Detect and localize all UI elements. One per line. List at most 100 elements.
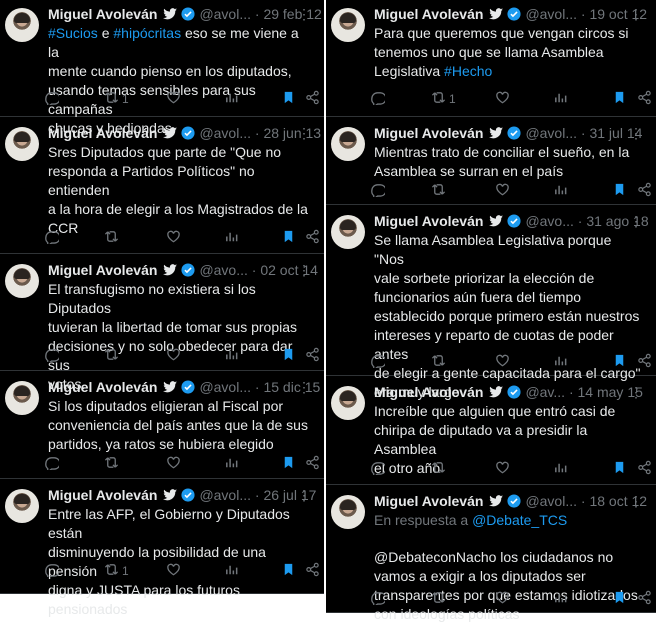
- hashtag-link[interactable]: #Hecho: [444, 63, 492, 79]
- reply-button[interactable]: [370, 353, 387, 372]
- tweet[interactable]: Miguel Avoleván @avol... · 15 dic 15 ⋮ Si l…: [0, 371, 324, 479]
- reply-button[interactable]: [370, 182, 387, 201]
- tweet[interactable]: Miguel Avoleván @avo... · 02 oct 14 ⋮ El tr…: [0, 254, 324, 392]
- avatar[interactable]: [5, 381, 39, 415]
- bookmark-button[interactable]: [612, 460, 627, 478]
- author-handle[interactable]: @avol...: [525, 6, 577, 22]
- share-button[interactable]: [637, 353, 652, 371]
- more-icon[interactable]: ⋮: [297, 123, 312, 143]
- tweet[interactable]: Miguel Avoleván @avol... · 28 jun 13 ⋮ Sres…: [0, 117, 324, 254]
- like-button[interactable]: [495, 90, 510, 108]
- author-name[interactable]: Miguel Avoleván: [374, 384, 483, 400]
- views-button[interactable]: [224, 229, 239, 247]
- author-handle[interactable]: @avol...: [199, 487, 251, 503]
- author-name[interactable]: Miguel Avoleván: [48, 379, 157, 395]
- avatar[interactable]: [331, 8, 365, 42]
- bookmark-button[interactable]: [281, 455, 296, 473]
- avatar[interactable]: [331, 215, 365, 249]
- share-button[interactable]: [637, 460, 652, 478]
- author-handle[interactable]: @av...: [525, 384, 565, 400]
- tweet[interactable]: Miguel Avoleván @av... · 14 may 15 ⋮ Increí…: [326, 376, 656, 485]
- retweet-button[interactable]: [431, 182, 449, 200]
- author-handle[interactable]: @avo...: [525, 213, 573, 229]
- views-button[interactable]: [224, 90, 239, 108]
- like-button[interactable]: [166, 562, 181, 580]
- views-button[interactable]: [553, 90, 568, 108]
- author-handle[interactable]: @avol...: [525, 493, 577, 509]
- views-button[interactable]: [224, 347, 239, 365]
- share-button[interactable]: [305, 562, 320, 580]
- author-handle[interactable]: @avo...: [199, 262, 247, 278]
- tweet[interactable]: Miguel Avoleván @avol... · 29 feb 12 ⋮ #Suc…: [0, 0, 324, 136]
- author-name[interactable]: Miguel Avoleván: [374, 493, 483, 509]
- reply-button[interactable]: [44, 347, 61, 366]
- bookmark-button[interactable]: [281, 229, 296, 247]
- views-button[interactable]: [553, 353, 568, 371]
- retweet-button[interactable]: [431, 460, 449, 478]
- share-button[interactable]: [637, 590, 652, 608]
- more-icon[interactable]: ⋮: [629, 382, 644, 402]
- retweet-button[interactable]: [431, 353, 449, 371]
- reply-button[interactable]: [44, 90, 61, 109]
- avatar[interactable]: [331, 127, 365, 161]
- bookmark-button[interactable]: [612, 353, 627, 371]
- more-icon[interactable]: ⋮: [629, 4, 644, 24]
- retweet-button[interactable]: 1: [104, 90, 129, 108]
- author-name[interactable]: Miguel Avoleván: [374, 125, 483, 141]
- tweet[interactable]: Miguel Avoleván @avol... · 31 jul 14 ⋮ Mien…: [326, 117, 656, 205]
- bookmark-button[interactable]: [281, 90, 296, 108]
- like-button[interactable]: [495, 353, 510, 371]
- avatar[interactable]: [331, 386, 365, 420]
- views-button[interactable]: [553, 460, 568, 478]
- reply-button[interactable]: [370, 590, 387, 609]
- avatar[interactable]: [5, 8, 39, 42]
- bookmark-button[interactable]: [612, 590, 627, 608]
- like-button[interactable]: [166, 229, 181, 247]
- retweet-button[interactable]: [104, 455, 122, 473]
- more-icon[interactable]: ⋮: [629, 491, 644, 511]
- reply-button[interactable]: [44, 229, 61, 248]
- share-button[interactable]: [637, 182, 652, 200]
- like-button[interactable]: [166, 347, 181, 365]
- reply-button[interactable]: [44, 455, 61, 474]
- views-button[interactable]: [553, 182, 568, 200]
- retweet-button[interactable]: 1: [104, 562, 129, 580]
- more-icon[interactable]: ⋮: [629, 123, 644, 143]
- avatar[interactable]: [331, 495, 365, 529]
- like-button[interactable]: [495, 460, 510, 478]
- avatar[interactable]: [5, 489, 39, 523]
- hashtag-link[interactable]: #hipócritas: [113, 25, 181, 41]
- tweet[interactable]: Miguel Avoleván @avol... · 19 oct 12 ⋮ Para…: [326, 0, 656, 117]
- like-button[interactable]: [166, 90, 181, 108]
- author-name[interactable]: Miguel Avoleván: [48, 6, 157, 22]
- retweet-button[interactable]: [431, 590, 449, 608]
- avatar[interactable]: [5, 264, 39, 298]
- views-button[interactable]: [553, 590, 568, 608]
- avatar[interactable]: [5, 127, 39, 161]
- tweet[interactable]: Miguel Avoleván @avol... · 18 oct 12 ⋮ En r…: [326, 485, 656, 622]
- reply-to-link[interactable]: @Debate_TCS: [472, 512, 567, 528]
- author-handle[interactable]: @avol...: [199, 379, 251, 395]
- like-button[interactable]: [495, 182, 510, 200]
- like-button[interactable]: [495, 590, 510, 608]
- hashtag-link[interactable]: #Sucios: [48, 25, 98, 41]
- more-icon[interactable]: ⋮: [297, 260, 312, 280]
- more-icon[interactable]: ⋮: [297, 377, 312, 397]
- reply-button[interactable]: [370, 460, 387, 479]
- share-button[interactable]: [305, 347, 320, 365]
- bookmark-button[interactable]: [281, 562, 296, 580]
- author-handle[interactable]: @avol...: [199, 6, 251, 22]
- bookmark-button[interactable]: [612, 182, 627, 200]
- retweet-button[interactable]: [104, 229, 122, 247]
- tweet[interactable]: Miguel Avoleván @avo... · 31 ago 18 ⋮ Se ll…: [326, 205, 656, 400]
- bookmark-button[interactable]: [281, 347, 296, 365]
- share-button[interactable]: [637, 90, 652, 108]
- author-name[interactable]: Miguel Avoleván: [374, 6, 483, 22]
- like-button[interactable]: [166, 455, 181, 473]
- author-name[interactable]: Miguel Avoleván: [48, 262, 157, 278]
- tweet[interactable]: Miguel Avoleván @avol... · 26 jul 17 ⋮ Entr…: [0, 479, 324, 617]
- more-icon[interactable]: ⋮: [629, 211, 644, 231]
- share-button[interactable]: [305, 455, 320, 473]
- author-name[interactable]: Miguel Avoleván: [48, 487, 157, 503]
- more-icon[interactable]: ⋮: [297, 485, 312, 505]
